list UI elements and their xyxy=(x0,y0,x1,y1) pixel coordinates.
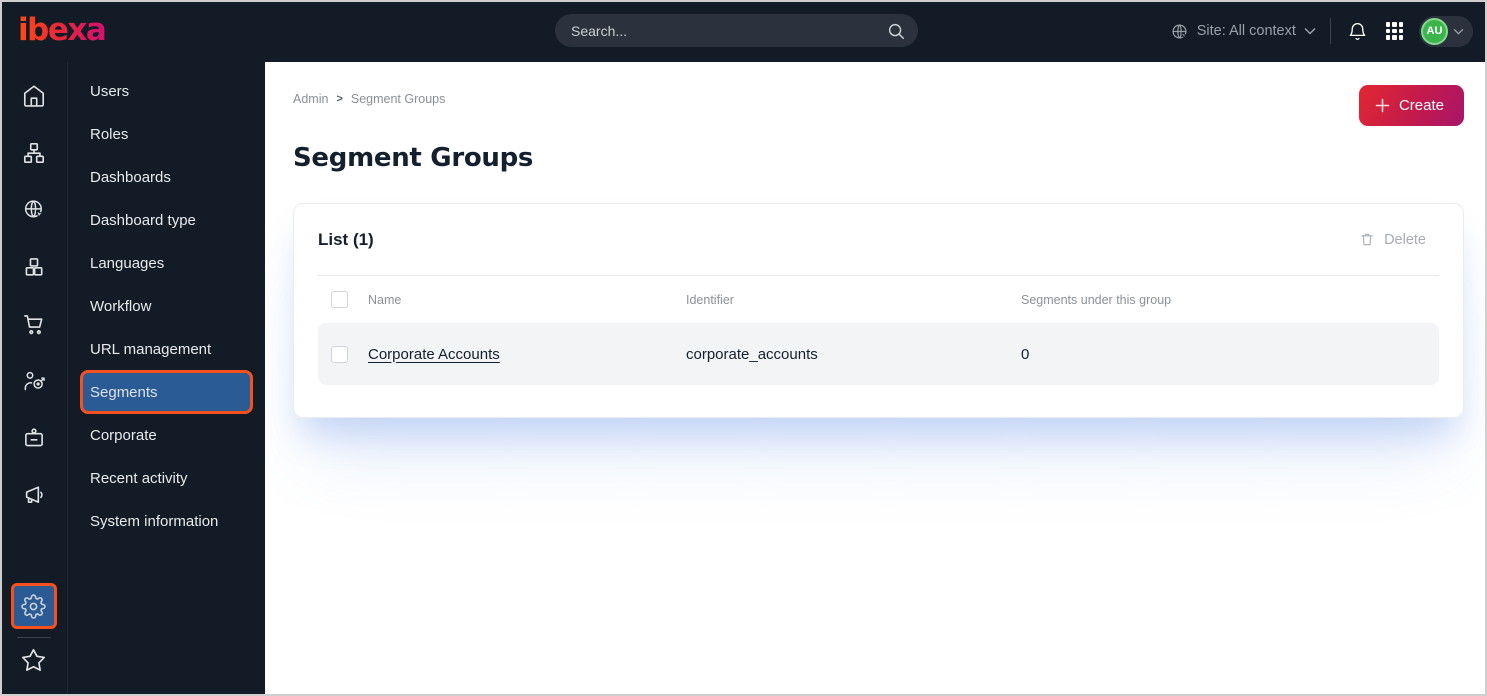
page-title: Segment Groups xyxy=(293,143,534,173)
globe-icon xyxy=(1170,22,1189,41)
plus-icon xyxy=(1375,98,1390,113)
row-segments-count: 0 xyxy=(1021,345,1030,363)
sidebar-item-system-information[interactable]: System information xyxy=(68,503,265,539)
list-heading: List (1) xyxy=(318,229,374,249)
id-badge-icon xyxy=(21,425,47,451)
shopping-cart-icon xyxy=(21,311,47,337)
grid-apps-icon xyxy=(1385,22,1403,40)
site-context-label: Site: All context xyxy=(1196,23,1296,39)
topbar: ibexa Site: All context xyxy=(0,0,1487,62)
delete-button[interactable]: Delete xyxy=(1359,231,1426,248)
global-search[interactable] xyxy=(555,14,918,47)
sidebar-item-segments-active[interactable]: Segments xyxy=(80,370,253,414)
main-icon-sidebar xyxy=(0,62,67,696)
sidebar-item-url-management[interactable]: URL management xyxy=(68,331,265,367)
iconbar-divider xyxy=(16,637,51,638)
sidebar-item-workflow[interactable]: Workflow xyxy=(68,288,265,324)
row-checkbox[interactable] xyxy=(331,345,348,363)
segment-groups-list-card: List (1) Delete Name Identifier Segments… xyxy=(293,203,1464,418)
sidebar-item-users[interactable]: Users xyxy=(68,73,265,109)
sidebar-favorites-button[interactable] xyxy=(20,646,48,674)
megaphone-icon xyxy=(21,482,47,508)
search-icon[interactable] xyxy=(886,21,906,41)
admin-submenu: Users Roles Dashboards Dashboard type La… xyxy=(67,62,265,696)
bell-icon xyxy=(1347,21,1368,42)
sidebar-item-roles[interactable]: Roles xyxy=(68,116,265,152)
gear-icon xyxy=(21,593,46,619)
breadcrumb-separator: > xyxy=(336,93,343,105)
segment-group-link[interactable]: Corporate Accounts xyxy=(368,346,686,363)
breadcrumb: Admin > Segment Groups xyxy=(293,85,445,106)
table-row: Corporate Accounts corporate_accounts 0 xyxy=(318,323,1439,385)
sidebar-site-button[interactable] xyxy=(20,196,48,224)
delete-button-label: Delete xyxy=(1384,231,1426,248)
sidebar-products-button[interactable] xyxy=(20,253,48,281)
breadcrumb-segment-groups[interactable]: Segment Groups xyxy=(351,92,446,106)
site-context-selector[interactable]: Site: All context xyxy=(1170,22,1316,41)
iconbar-bottom-group xyxy=(10,583,57,696)
select-all-checkbox[interactable] xyxy=(331,291,348,308)
customer-target-icon xyxy=(21,368,47,394)
ibexa-logo[interactable]: ibexa xyxy=(18,10,107,50)
sidebar-settings-button-active[interactable] xyxy=(10,583,57,629)
sidebar-item-dashboards[interactable]: Dashboards xyxy=(68,159,265,195)
breadcrumb-admin[interactable]: Admin xyxy=(293,92,328,106)
topbar-right-controls: Site: All context AU xyxy=(1170,0,1473,62)
sidebar-item-corporate[interactable]: Corporate xyxy=(68,417,265,453)
main-content: Admin > Segment Groups Create Segment Gr… xyxy=(265,62,1487,696)
trash-icon xyxy=(1359,231,1375,248)
search-input[interactable] xyxy=(571,22,886,39)
sitemap-icon xyxy=(21,140,47,166)
row-identifier: corporate_accounts xyxy=(686,345,818,363)
table-header: Name Identifier Segments under this grou… xyxy=(318,276,1439,323)
create-button-label: Create xyxy=(1398,97,1444,114)
globe-cursor-icon xyxy=(21,197,47,223)
sidebar-badge-button[interactable] xyxy=(20,424,48,452)
chevron-down-icon xyxy=(1453,28,1464,35)
column-header-identifier: Identifier xyxy=(686,292,734,307)
stacked-boxes-icon xyxy=(21,254,47,280)
sidebar-item-languages[interactable]: Languages xyxy=(68,245,265,281)
topbar-divider xyxy=(1329,18,1331,44)
avatar: AU xyxy=(1421,17,1448,45)
sidebar-commerce-button[interactable] xyxy=(20,310,48,338)
column-header-name: Name xyxy=(368,292,402,307)
sidebar-site-structure-button[interactable] xyxy=(20,139,48,167)
user-menu[interactable]: AU xyxy=(1419,15,1473,47)
star-icon xyxy=(20,647,47,674)
notifications-button[interactable] xyxy=(1345,19,1370,44)
sidebar-item-dashboard-type[interactable]: Dashboard type xyxy=(68,202,265,238)
create-button[interactable]: Create xyxy=(1358,85,1464,126)
column-header-segments: Segments under this group xyxy=(1021,292,1172,307)
chevron-down-icon xyxy=(1304,27,1316,35)
home-icon xyxy=(21,83,47,109)
sidebar-item-recent-activity[interactable]: Recent activity xyxy=(68,460,265,496)
sidebar-customers-button[interactable] xyxy=(20,367,48,395)
app-switcher-button[interactable] xyxy=(1384,20,1405,41)
sidebar-marketing-button[interactable] xyxy=(20,481,48,509)
sidebar-home-button[interactable] xyxy=(20,82,48,110)
